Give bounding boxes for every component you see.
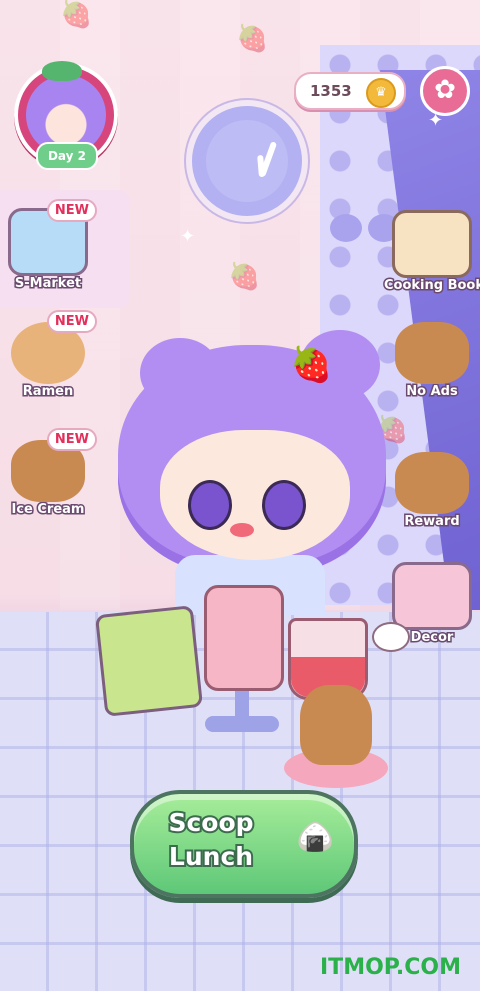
new-badge: NEW bbox=[46, 199, 97, 222]
leaf-hat-icon bbox=[42, 61, 82, 81]
day-counter: Day 2 bbox=[36, 142, 98, 170]
ice-cream-button[interactable]: NEW Ice Cream bbox=[0, 428, 97, 519]
stand-base bbox=[205, 716, 279, 732]
strawberry-hair-clip-icon: 🍓 bbox=[290, 345, 333, 385]
reward-button[interactable]: Reward bbox=[384, 452, 480, 531]
strawberry-wallpaper-icon: 🍓 bbox=[228, 262, 261, 292]
clock-hour-hand bbox=[257, 154, 265, 178]
reward-label: Reward bbox=[403, 513, 461, 531]
s-market-button[interactable]: NEW S-Market bbox=[0, 199, 97, 293]
ice-cream-label: Ice Cream bbox=[10, 501, 86, 519]
new-badge: NEW bbox=[46, 428, 97, 451]
scoop-label-line2: Lunch bbox=[167, 840, 255, 873]
supermarket-icon: NEW bbox=[8, 199, 97, 276]
scoop-label-line1: Scoop bbox=[166, 806, 255, 839]
decor-dresser-icon bbox=[392, 562, 472, 630]
wall-clock bbox=[186, 100, 308, 222]
capybara-with-boba[interactable] bbox=[300, 685, 372, 765]
no-ads-capybara-icon bbox=[395, 322, 469, 384]
strawberry-wallpaper-icon: 🍓 bbox=[236, 24, 269, 54]
strawberry-wallpaper-icon: 🍓 bbox=[60, 0, 93, 30]
cooking-book-button[interactable]: Cooking Book bbox=[383, 210, 480, 295]
watermark: ITMOP.COM bbox=[320, 955, 461, 980]
s-market-label: S-Market bbox=[13, 275, 82, 293]
lunch-food-icon: 🍙 bbox=[296, 820, 334, 855]
scoop-lunch-button[interactable]: Scoop Lunch 🍙 bbox=[130, 790, 358, 898]
gear-icon: ✿ bbox=[434, 75, 456, 105]
crown-coin-icon: ♛ bbox=[366, 78, 396, 108]
character-eye-left bbox=[188, 480, 232, 530]
settings-gear-button[interactable]: ✿ bbox=[420, 66, 470, 116]
recipe-book-icon bbox=[392, 210, 472, 278]
paw-icon bbox=[372, 622, 410, 652]
reward-scroll-icon bbox=[395, 452, 469, 514]
sparkle-icon: ✦ bbox=[180, 226, 196, 247]
ramen-bowl-icon: NEW bbox=[11, 310, 97, 384]
new-badge: NEW bbox=[46, 310, 97, 333]
no-ads-button[interactable]: No Ads bbox=[384, 322, 480, 401]
scoop-lunch-label: Scoop Lunch bbox=[156, 806, 266, 874]
clock-face bbox=[206, 120, 288, 202]
pink-phone[interactable] bbox=[204, 585, 284, 691]
character-mouth bbox=[230, 523, 254, 537]
game-screen: 🍓 🍓 🍓 🍓 ✦ ✦ Day 2 1353 ♛ ✿ NEW S-Market … bbox=[0, 0, 480, 991]
coin-balance[interactable]: 1353 ♛ bbox=[294, 72, 406, 110]
coin-amount: 1353 bbox=[310, 82, 352, 100]
ramen-label: Ramen bbox=[21, 383, 74, 401]
ramen-button[interactable]: NEW Ramen bbox=[0, 310, 97, 401]
character-eye-right bbox=[262, 480, 306, 530]
green-notebook[interactable] bbox=[94, 605, 204, 717]
cooking-book-label: Cooking Book bbox=[383, 277, 480, 295]
no-ads-label: No Ads bbox=[405, 383, 459, 401]
ice-cream-sundae-icon: NEW bbox=[11, 428, 97, 502]
